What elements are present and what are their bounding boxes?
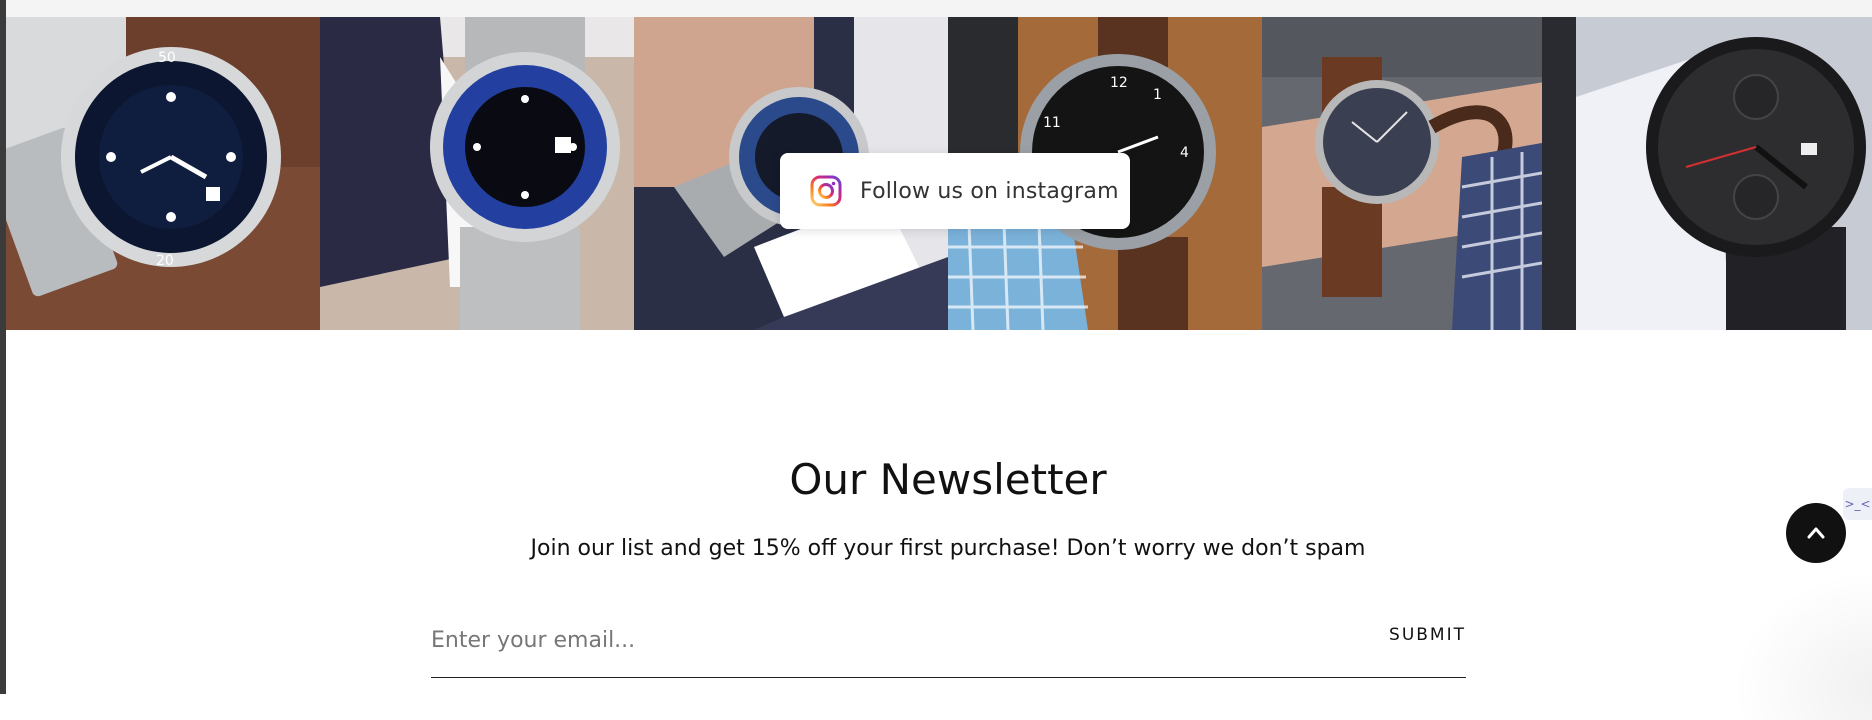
back-to-top-button[interactable] [1786,503,1846,563]
svg-text:12: 12 [1110,75,1128,91]
newsletter-title: Our Newsletter [789,455,1107,504]
newsletter-form: SUBMIT [431,615,1466,678]
svg-text:20: 20 [156,253,174,269]
instagram-photo-6[interactable] [1576,17,1872,330]
email-input[interactable] [431,615,1311,665]
follow-instagram-button[interactable]: Follow us on instagram [780,153,1130,229]
instagram-photo-1[interactable]: 50 20 [6,17,320,330]
svg-text:4: 4 [1180,145,1189,161]
instagram-photo-5[interactable] [1262,17,1576,330]
corner-shadow [1720,560,1872,720]
chevron-up-icon [1807,527,1825,539]
follow-instagram-label: Follow us on instagram [860,178,1119,204]
svg-text:1: 1 [1153,87,1162,103]
side-widget-label: >_< [1844,497,1871,511]
side-widget-tab[interactable]: >_< [1843,488,1872,520]
svg-text:11: 11 [1043,115,1061,131]
top-strip [6,0,1872,17]
instagram-icon [810,175,842,207]
instagram-photo-2[interactable] [320,17,634,330]
svg-text:50: 50 [158,50,176,66]
submit-button[interactable]: SUBMIT [1389,625,1466,645]
newsletter-subtitle: Join our list and get 15% off your first… [530,536,1366,561]
instagram-gallery: 50 20 12 4 11 1 Follow us on instagram [6,17,1872,330]
